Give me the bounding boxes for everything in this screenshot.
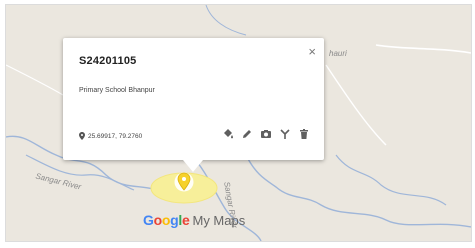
my-maps-label: My Maps <box>192 213 246 228</box>
road-line <box>375 44 471 54</box>
river-line <box>335 154 447 206</box>
map-frame[interactable]: hauri Sangar River Sangar River S2420110… <box>5 4 472 242</box>
directions-icon[interactable] <box>279 128 291 140</box>
info-popup: S24201105 × Primary School Bhanpur 25.69… <box>63 38 324 172</box>
location-marker-icon[interactable] <box>174 170 194 201</box>
google-wordmark: Google <box>143 212 190 228</box>
coordinates-text: 25.69917, 79.2760 <box>88 132 143 140</box>
google-my-maps-logo: Google My Maps <box>143 212 245 228</box>
popup-toolbar <box>222 128 310 140</box>
road-line <box>6 64 64 96</box>
location-pin-icon <box>79 132 85 140</box>
coordinates: 25.69917, 79.2760 <box>79 132 142 140</box>
road-line <box>325 64 387 146</box>
popup-description: Primary School Bhanpur <box>79 87 155 94</box>
pencil-icon[interactable] <box>241 128 253 140</box>
river-line <box>205 5 247 36</box>
popup-title: S24201105 <box>79 55 137 67</box>
paint-bucket-icon[interactable] <box>222 128 234 140</box>
river-line <box>245 154 471 228</box>
close-icon[interactable]: × <box>308 45 316 58</box>
place-label: hauri <box>329 49 347 58</box>
camera-icon[interactable] <box>260 128 272 140</box>
trash-icon[interactable] <box>298 128 310 140</box>
